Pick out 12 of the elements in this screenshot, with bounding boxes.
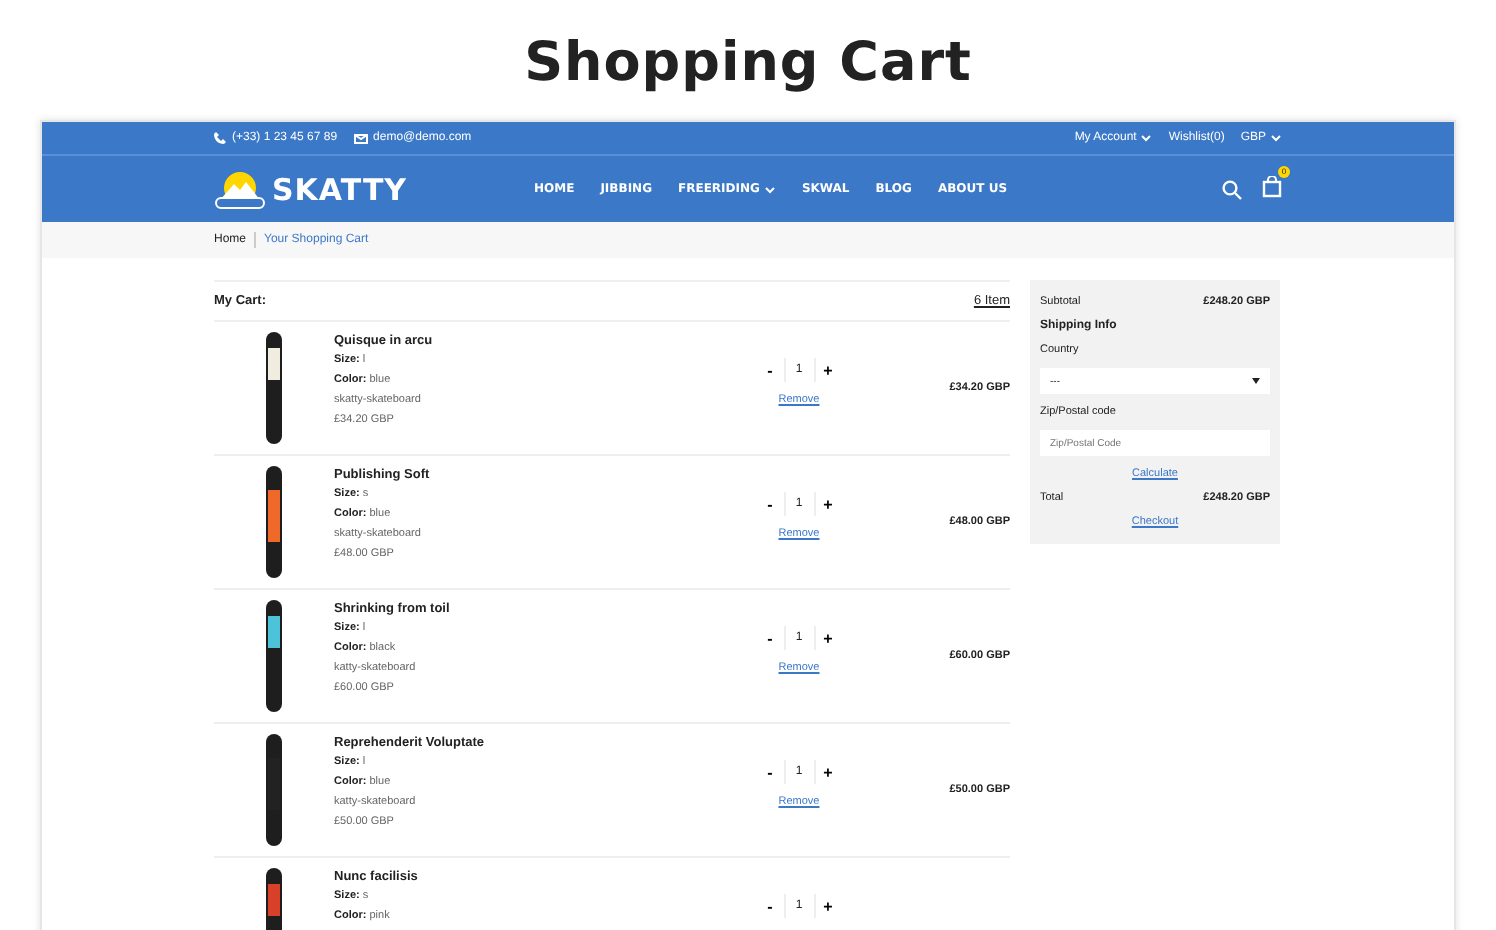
page-title: Shopping Cart <box>522 30 974 98</box>
snowboard-image <box>266 466 282 578</box>
search-icon[interactable] <box>1222 179 1242 199</box>
phone-icon <box>214 132 226 144</box>
snowboard-image <box>266 600 282 712</box>
shopping-bag-icon[interactable] <box>1262 175 1282 197</box>
mail-icon <box>353 133 368 143</box>
logo-text[interactable]: SKATTY <box>272 171 408 207</box>
mountain-logo-icon <box>214 169 266 209</box>
snowboard-image <box>266 734 282 846</box>
snowboard-image <box>266 332 282 444</box>
caret-icon <box>1252 378 1260 384</box>
